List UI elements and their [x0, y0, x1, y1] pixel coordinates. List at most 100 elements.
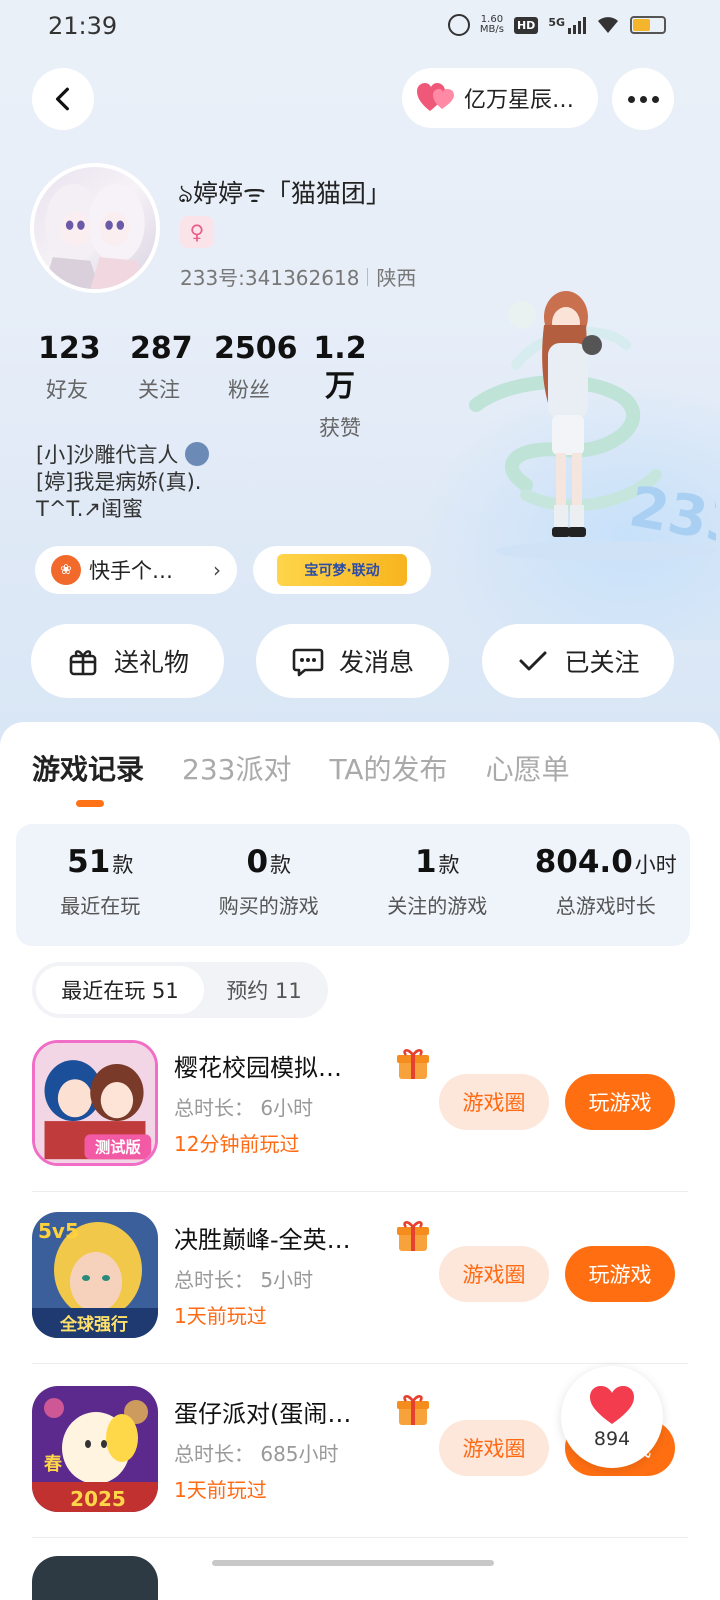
game-icon-partial	[32, 1556, 158, 1600]
summary-label: 最近在玩	[60, 894, 141, 918]
send-gift-button[interactable]: 送礼物	[31, 624, 224, 698]
kuaishou-link-chip[interactable]: ❀ 快手个… ›	[35, 546, 237, 594]
stat-likes[interactable]: 1.2万 获赞	[306, 330, 374, 442]
username: ঌ婷婷ᯤ「猫猫团」	[178, 179, 391, 208]
summary-value: 51	[67, 844, 111, 880]
game-icon-top: 5v5	[38, 1219, 79, 1243]
tab-game-records[interactable]: 游戏记录	[32, 748, 144, 788]
game-circle-button[interactable]: 游戏圈	[439, 1074, 549, 1130]
status-bar: 21:39 1.60 MB/s HD 5G	[0, 0, 720, 56]
subtab-recent[interactable]: 最近在玩 51	[36, 966, 204, 1014]
summary-purchased[interactable]: 0款 购买的游戏	[185, 824, 354, 946]
relationship-badge[interactable]: 亿万星辰…	[402, 68, 598, 128]
status-icons: 1.60 MB/s HD 5G	[447, 14, 666, 36]
summary-value: 0	[246, 844, 269, 880]
stat-label: 获赞	[319, 416, 361, 440]
network-type: 5G	[548, 16, 565, 29]
game-list-filter: 最近在玩 51 预约 11	[32, 962, 328, 1018]
pokemon-badge-chip[interactable]: 宝可梦·联动	[253, 546, 431, 594]
send-message-label: 发消息	[338, 648, 414, 677]
avatar[interactable]	[30, 163, 160, 293]
avatar-image	[43, 183, 147, 289]
network-speed: 1.60 MB/s	[480, 15, 504, 35]
heart-icon	[590, 1386, 634, 1424]
moon-emoji-icon	[185, 442, 210, 466]
game-icon-eggy-party: 2025 春	[32, 1386, 158, 1512]
play-game-button[interactable]: 玩游戏	[565, 1246, 675, 1302]
user-id: 233号:341362618	[180, 266, 360, 290]
bio-line: T^T.↗闺蜜	[36, 497, 144, 521]
kuaishou-link-label: 快手个…	[89, 559, 173, 583]
profile-tabs: 游戏记录 233派对 TA的发布 心愿单	[32, 748, 570, 788]
game-last-played: 1天前玩过	[174, 1478, 267, 1502]
tab-posts[interactable]: TA的发布	[329, 748, 447, 788]
summary-value: 804.0	[534, 844, 633, 880]
game-icon-art: 2025 春	[32, 1386, 158, 1512]
game-icon-badge: 测试版	[95, 1139, 141, 1157]
female-gender-icon: ♀	[180, 216, 214, 248]
summary-label: 关注的游戏	[387, 894, 488, 918]
stat-value: 1.2万	[313, 331, 367, 404]
list-item[interactable]: 测试版 樱花校园模拟… 总时长： 6小时 12分钟前玩过 游戏圈 玩游戏	[32, 1020, 712, 1192]
stat-label: 关注	[138, 378, 180, 402]
double-heart-icon	[417, 83, 454, 111]
bio-line: [婷]我是病娇(真).	[36, 470, 202, 494]
summary-label: 总游戏时长	[555, 894, 656, 918]
separator	[367, 267, 369, 286]
more-dot-icon	[639, 95, 647, 103]
more-options-button[interactable]	[612, 68, 674, 130]
stat-friends[interactable]: 123 好友	[38, 330, 101, 442]
divider	[32, 1363, 688, 1364]
gift-box-icon[interactable]	[395, 1392, 431, 1428]
wifi-icon	[598, 17, 618, 33]
bio-text: [小]沙雕代言人	[36, 443, 179, 467]
game-circle-button[interactable]: 游戏圈	[439, 1420, 549, 1476]
divider	[32, 1537, 688, 1538]
stat-label: 好友	[46, 378, 88, 402]
tab-wishlist[interactable]: 心愿单	[486, 748, 570, 788]
bio-line: [小]沙雕代言人	[36, 442, 210, 469]
game-icon-sakura: 测试版	[32, 1040, 158, 1166]
game-circle-button[interactable]: 游戏圈	[439, 1246, 549, 1302]
game-icon-art: 全球强行 5v5	[32, 1212, 158, 1338]
game-icon-juesheng: 全球强行 5v5	[32, 1212, 158, 1338]
gift-box-icon[interactable]	[395, 1218, 431, 1254]
list-item[interactable]: 全球强行 5v5 决胜巅峰-全英… 总时长： 5小时 1天前玩过 游戏圈 玩游戏	[32, 1192, 712, 1364]
stat-value: 123	[38, 331, 101, 366]
gift-box-icon[interactable]	[395, 1046, 431, 1082]
send-message-button[interactable]: 发消息	[256, 624, 449, 698]
chat-bubble-icon	[292, 648, 324, 677]
user-location: 陕西	[376, 266, 417, 290]
subtab-reserved[interactable]: 预约 11	[204, 966, 324, 1014]
game-title: 决胜巅峰-全英…	[174, 1226, 351, 1254]
stat-fans[interactable]: 2506 粉丝	[214, 330, 298, 442]
game-last-played: 12分钟前玩过	[174, 1132, 300, 1156]
3d-avatar-figure[interactable]: 233	[456, 265, 716, 565]
summary-label: 购买的游戏	[218, 894, 319, 918]
stat-following[interactable]: 287 关注	[130, 330, 193, 442]
summary-unit: 款	[438, 853, 460, 877]
summary-recent[interactable]: 51款 最近在玩	[16, 824, 185, 946]
game-title: 蛋仔派对(蛋闹…	[174, 1400, 352, 1428]
like-floating-button[interactable]: 894	[561, 1366, 663, 1468]
pokemon-banner: 宝可梦·联动	[277, 554, 407, 586]
relationship-badge-label: 亿万星辰…	[464, 88, 575, 113]
kuaishou-icon: ❀	[51, 555, 81, 585]
status-time: 21:39	[48, 12, 118, 40]
game-icon-top: 春	[44, 1453, 63, 1475]
checkmark-icon	[519, 651, 547, 671]
game-play-time: 总时长： 685小时	[174, 1442, 339, 1466]
send-gift-label: 送礼物	[113, 648, 189, 677]
game-last-played: 1天前玩过	[174, 1304, 267, 1328]
active-tab-indicator	[76, 800, 104, 807]
followed-button[interactable]: 已关注	[482, 624, 674, 698]
summary-followed[interactable]: 1款 关注的游戏	[353, 824, 522, 946]
back-button[interactable]	[32, 68, 94, 130]
play-game-button[interactable]: 玩游戏	[565, 1074, 675, 1130]
summary-total-hours[interactable]: 804.0小时 总游戏时长	[522, 824, 691, 946]
game-icon-badge: 全球强行	[59, 1314, 128, 1335]
gift-icon	[69, 650, 97, 676]
game-title: 樱花校园模拟…	[174, 1054, 342, 1082]
home-indicator[interactable]	[212, 1560, 494, 1566]
tab-233-party[interactable]: 233派对	[182, 748, 291, 788]
